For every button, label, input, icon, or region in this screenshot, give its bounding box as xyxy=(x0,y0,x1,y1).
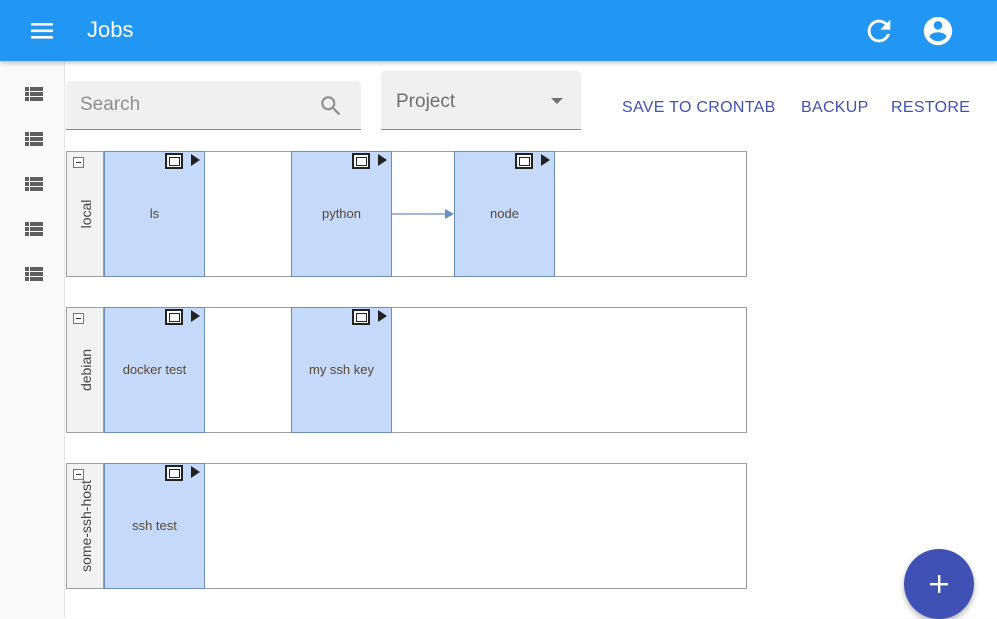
restore-button[interactable]: RESTORE xyxy=(891,99,970,117)
play-icon[interactable] xyxy=(191,466,200,478)
search-field[interactable] xyxy=(66,81,361,130)
play-icon[interactable] xyxy=(378,310,387,322)
job-node-node[interactable]: node xyxy=(454,151,555,277)
host-label: debian xyxy=(78,348,94,392)
host-label: local xyxy=(78,199,94,229)
collapse-icon[interactable] xyxy=(73,313,84,324)
host-label: some-ssh-host xyxy=(78,480,94,572)
job-node-my-ssh-key[interactable]: my ssh key xyxy=(291,307,392,433)
dependency-arrow xyxy=(392,209,454,219)
open-window-icon[interactable] xyxy=(165,153,183,169)
host-group-debian: debian docker test my ssh key xyxy=(66,307,747,433)
refresh-icon[interactable] xyxy=(862,14,896,48)
open-window-icon[interactable] xyxy=(515,153,533,169)
job-node-ssh-test[interactable]: ssh test xyxy=(104,463,205,589)
sidebar-item-1-list-icon[interactable] xyxy=(22,82,46,106)
search-input[interactable] xyxy=(80,93,310,117)
play-icon[interactable] xyxy=(541,154,550,166)
plus-icon xyxy=(930,575,948,593)
job-label: node xyxy=(490,206,519,221)
open-window-icon[interactable] xyxy=(165,465,183,481)
job-label: ls xyxy=(149,206,160,221)
play-icon[interactable] xyxy=(191,310,200,322)
account-circle-icon[interactable] xyxy=(921,14,955,48)
chevron-down-icon xyxy=(551,98,563,104)
sidebar-item-4-list-icon[interactable] xyxy=(22,217,46,241)
host-header: some-ssh-host xyxy=(67,464,104,588)
job-node-ls[interactable]: ls xyxy=(104,151,205,277)
collapse-icon[interactable] xyxy=(73,157,84,168)
job-node-docker-test[interactable]: docker test xyxy=(104,307,205,433)
sidebar-item-5-list-icon[interactable] xyxy=(22,262,46,286)
backup-button[interactable]: BACKUP xyxy=(801,99,869,117)
job-label: docker test xyxy=(122,362,187,377)
host-header: debian xyxy=(67,308,104,432)
menu-icon[interactable] xyxy=(22,17,62,45)
add-job-button[interactable] xyxy=(904,549,974,619)
job-label: python xyxy=(321,206,362,221)
page-title: Jobs xyxy=(87,17,134,42)
sidebar-item-3-list-icon[interactable] xyxy=(22,172,46,196)
job-label: ssh test xyxy=(132,518,177,533)
open-window-icon[interactable] xyxy=(165,309,183,325)
project-select[interactable]: Project xyxy=(381,71,581,130)
job-node-python[interactable]: python xyxy=(291,151,392,277)
host-group-some-ssh-host: some-ssh-host ssh test xyxy=(66,463,747,589)
project-select-label: Project xyxy=(396,91,456,112)
app-bar: Jobs xyxy=(0,0,997,61)
sidebar-item-2-list-icon[interactable] xyxy=(22,127,46,151)
open-window-icon[interactable] xyxy=(352,309,370,325)
play-icon[interactable] xyxy=(191,154,200,166)
open-window-icon[interactable] xyxy=(352,153,370,169)
job-label: my ssh key xyxy=(308,362,374,377)
collapse-icon[interactable] xyxy=(73,469,84,480)
save-to-crontab-button[interactable]: SAVE TO CRONTAB xyxy=(622,99,776,117)
host-group-local: local ls python node xyxy=(66,151,747,277)
host-header: local xyxy=(67,152,104,276)
play-icon[interactable] xyxy=(378,154,387,166)
search-icon[interactable] xyxy=(318,93,344,119)
